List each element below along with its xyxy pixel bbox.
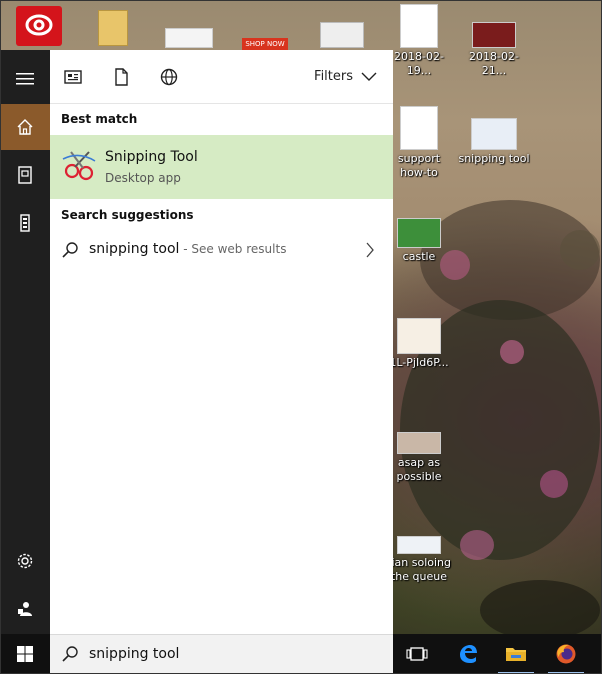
gear-icon xyxy=(17,553,33,569)
desktop-icon-2018-02-21[interactable]: 2018-02-21... xyxy=(458,4,530,78)
news-feed-icon[interactable] xyxy=(63,67,83,87)
rail-documents-button[interactable] xyxy=(0,152,50,198)
folder-icon[interactable] xyxy=(98,10,128,46)
task-view-icon xyxy=(406,647,428,661)
desktop-top-icons: SHOP NOW xyxy=(0,0,400,50)
windows-logo-icon xyxy=(17,646,33,662)
rail-home-button[interactable] xyxy=(0,104,50,150)
thumbnail-icon xyxy=(471,118,517,150)
user-icon xyxy=(18,602,32,616)
filters-label: Filters xyxy=(314,69,353,84)
desktop-icon-castle[interactable]: castle xyxy=(383,218,455,264)
thumbnail-icon xyxy=(397,536,441,554)
snipping-tool-icon xyxy=(62,151,96,181)
edge-icon xyxy=(460,645,477,663)
app-type: Desktop app xyxy=(105,171,181,185)
suggestion-text: snipping tool - See web results xyxy=(89,241,286,257)
desktop-icon-label: 2018-02-19... xyxy=(394,50,444,77)
desktop-icon-label: asap as possible xyxy=(396,456,442,483)
folder-icon xyxy=(506,648,526,661)
globe-icon[interactable] xyxy=(159,67,179,87)
desktop-icon-rian-soloing-the-queue[interactable]: rian soloing the queue xyxy=(383,536,455,584)
thumbnail-icon xyxy=(397,218,441,248)
thumbnail-icon xyxy=(400,4,438,48)
desktop-icon-label: castle xyxy=(402,250,436,263)
desktop-icon-label: support how-to xyxy=(397,152,441,179)
start-menu-rail xyxy=(0,50,50,634)
desktop-icon-snipping-tool[interactable]: snipping tool xyxy=(458,106,530,166)
document-filter-icon[interactable] xyxy=(111,67,131,87)
filters-button[interactable]: Filters xyxy=(314,69,377,84)
shop-now-thumbnail[interactable]: SHOP NOW xyxy=(242,38,288,50)
best-match-result[interactable]: Snipping Tool Desktop app xyxy=(50,135,393,199)
desktop-icon-1L-PjId6P[interactable]: 1L-PjId6P... xyxy=(383,318,455,370)
adobe-cc-icon[interactable] xyxy=(16,6,62,46)
chevron-right-icon[interactable] xyxy=(365,242,375,258)
search-toolbar: Filters xyxy=(50,50,393,104)
desktop-icon-label: 2018-02-21... xyxy=(469,50,519,77)
thumbnail-icon[interactable] xyxy=(320,22,364,48)
suggestion-suffix: - See web results xyxy=(179,242,287,256)
desktop-icon-support-how-to[interactable]: support how-to xyxy=(383,106,455,180)
start-button[interactable] xyxy=(0,634,50,674)
desktop-icon-label: rian soloing the queue xyxy=(386,556,452,583)
suggestion-query: snipping tool xyxy=(89,241,180,257)
search-results-panel: Filters Best match Snipping Tool Desktop… xyxy=(50,50,393,634)
best-match-heading: Best match xyxy=(61,112,138,126)
thumbnail-icon xyxy=(472,22,516,48)
app-name: Snipping Tool xyxy=(105,149,198,165)
desktop-icon-asap-as-possible[interactable]: asap as possible xyxy=(383,432,455,484)
rail-settings-button[interactable] xyxy=(0,538,50,584)
rail-devices-button[interactable] xyxy=(0,200,50,246)
thumbnail-icon[interactable] xyxy=(165,28,213,48)
desktop-icon-2018-02-19[interactable]: 2018-02-19... xyxy=(383,4,455,78)
home-icon xyxy=(17,119,33,135)
thumbnail-icon xyxy=(400,106,438,150)
chevron-down-icon xyxy=(361,72,377,81)
file-explorer-taskbar-button[interactable] xyxy=(492,634,540,674)
firefox-icon xyxy=(556,644,576,664)
task-view-button[interactable] xyxy=(393,634,441,674)
search-icon xyxy=(62,242,78,258)
thumbnail-icon xyxy=(397,432,441,454)
edge-taskbar-button[interactable] xyxy=(444,634,492,674)
desktop-icon-label: snipping tool xyxy=(458,152,530,165)
device-icon xyxy=(20,214,30,232)
document-icon xyxy=(18,166,32,184)
search-icon xyxy=(62,646,78,662)
hamburger-icon xyxy=(16,73,34,85)
hamburger-menu-button[interactable] xyxy=(0,56,50,102)
firefox-taskbar-button[interactable] xyxy=(542,634,590,674)
rail-user-button[interactable] xyxy=(0,586,50,632)
search-input[interactable]: snipping tool xyxy=(89,646,179,662)
search-suggestions-heading: Search suggestions xyxy=(61,208,194,222)
web-suggestion-item[interactable]: snipping tool - See web results xyxy=(50,233,393,267)
thumbnail-icon xyxy=(397,318,441,354)
taskbar-search-box[interactable]: snipping tool xyxy=(50,634,393,674)
desktop-icon-label: 1L-PjId6P... xyxy=(389,356,449,369)
